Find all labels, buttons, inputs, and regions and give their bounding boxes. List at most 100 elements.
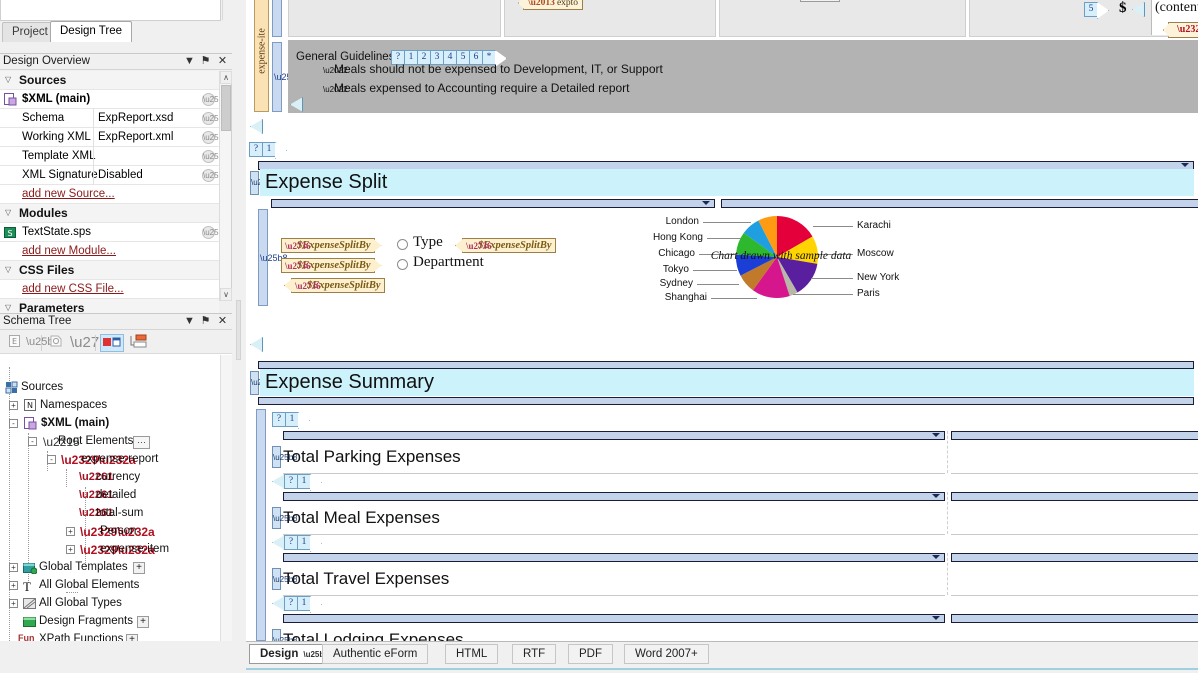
chevron-down-icon[interactable]: ▼ [183,315,196,329]
tab-authentic-eform[interactable]: Authentic eForm [322,644,429,664]
section-css-files[interactable]: ▽ CSS Files [0,261,219,280]
collapse-triangle-icon[interactable]: ▽ [5,265,14,274]
row-options-button[interactable]: \u25bc [202,112,227,125]
collapse-button[interactable]: - [47,455,56,464]
split-by-tag-2[interactable]: \u2736 $ExpenseSplitBy [281,258,382,273]
chevron-down-icon[interactable] [932,616,940,620]
collapse-triangle-icon[interactable]: ▽ [5,75,14,84]
scroll-thumb[interactable] [221,85,231,131]
top-right-condition-chip[interactable]: 5 [1084,2,1108,17]
section-modules[interactable]: ▽ Modules [0,204,219,223]
expense-item-vertical-marker[interactable]: expense-ite [254,0,269,112]
split-inner-bar-left[interactable] [271,199,715,208]
append-entry-icon[interactable]: E [4,334,24,352]
split-by-tag-1[interactable]: \u2736 $ExpenseSplitBy [281,238,382,253]
lodging-row-bar-right[interactable] [951,614,1198,623]
condition-cell-q[interactable]: ? [272,412,285,427]
top-dock-scrollbar[interactable] [222,0,232,20]
expense-split-collapse-toggle[interactable]: \u25b8 [250,171,275,195]
meal-condition-chip[interactable]: ? 1 [284,474,321,489]
show-tree-details-icon[interactable] [126,334,150,352]
summary-row-handle[interactable] [256,409,266,641]
row-template-xml[interactable]: Template XML \u25bc [0,147,227,166]
radio-department[interactable] [397,259,408,270]
row-schema[interactable]: Schema ExpReport.xsd \u25bc [0,109,227,128]
expense-split-condition-chip[interactable]: ? 1 [249,142,286,157]
collapse-button[interactable]: - [28,437,37,446]
condition-cell-1[interactable]: 1 [297,596,310,611]
add-new-css-file-link[interactable]: add new CSS File... [22,283,124,295]
expand-button[interactable]: + [9,599,18,608]
summary-table-footer-bar[interactable] [258,397,1194,405]
meal-row-bar-left[interactable] [283,492,945,501]
lodging-condition-chip[interactable]: ? 1 [284,596,321,611]
chevron-down-icon[interactable] [932,555,940,559]
row-handle-bar[interactable] [272,0,282,37]
radio-type[interactable] [397,239,408,250]
condition-cell-1[interactable]: 1 [297,474,310,489]
condition-cell-1[interactable]: 1 [285,412,298,427]
lodging-row-toggle[interactable]: \u25b8 [272,629,297,641]
chevron-down-icon[interactable] [1181,163,1189,167]
dock-splitter[interactable] [232,0,246,673]
parking-condition-chip[interactable]: ? 1 [272,412,309,427]
split-by-tag-3[interactable]: \u2736 $ExpenseSplitBy [284,278,385,293]
chevron-down-icon[interactable] [702,201,710,205]
collapse-button[interactable]: - [9,419,18,428]
row-options-button[interactable]: \u25bc [202,93,227,106]
lodging-row-bar-left[interactable] [283,614,945,623]
add-global-template-button[interactable]: + [133,562,145,574]
condition-cell-q[interactable]: ? [249,142,262,157]
tab-rtf[interactable]: RTF [512,644,557,664]
meal-element-tag[interactable]: \u2329\u232a Meal [1163,22,1198,38]
row-add-new-source[interactable]: add new Source... [0,185,219,204]
chevron-down-icon[interactable]: \u25be [26,334,60,352]
row-add-new-module[interactable]: add new Module... [0,242,219,261]
row-working-xml[interactable]: Working XML ExpReport.xml \u25bc [0,128,227,147]
condition-cell-q[interactable]: ? [284,535,297,550]
row-options-button[interactable]: \u25bc [202,150,227,163]
chevron-down-icon[interactable] [932,433,940,437]
section-sources[interactable]: ▽ Sources [0,71,219,90]
chevron-down-icon[interactable] [932,494,940,498]
travel-row-toggle[interactable]: \u25b8 [272,568,297,590]
design-overview-scrollbar[interactable]: ∧ ∨ [219,71,232,301]
section-end-marker-icon[interactable] [250,119,263,134]
expto-tag[interactable]: \u2013 expto [518,0,584,10]
travel-row-bar-left[interactable] [283,553,945,562]
meal-row-toggle[interactable]: \u25b8 [272,507,297,529]
expand-button[interactable]: + [9,401,18,410]
split-inner-bar-right[interactable] [721,199,1198,208]
split-section-end-marker-icon[interactable] [250,337,263,352]
tab-pdf[interactable]: PDF [568,644,613,664]
collapse-triangle-icon[interactable]: ▽ [5,208,14,217]
expense-summary-collapse-toggle[interactable]: \u25b8 [250,371,275,395]
chevron-down-icon[interactable]: ▼ [183,55,196,69]
tab-html[interactable]: HTML [445,644,499,664]
scroll-up-arrow[interactable]: ∧ [220,71,232,84]
condition-cell[interactable]: 5 [1084,2,1097,17]
row-handle-bar[interactable]: \u25b8 [272,42,302,112]
add-new-source-link[interactable]: add new Source... [22,188,115,200]
pin-icon[interactable]: ⚑ [199,55,212,69]
close-icon[interactable]: ✕ [216,315,229,329]
split-by-tag-4[interactable]: \u2736 $ExpenseSplitBy [455,238,556,253]
row-options-button[interactable]: \u25bc [202,131,227,144]
add-new-module-link[interactable]: add new Module... [22,245,116,257]
row-options-button[interactable]: \u25bc [202,226,227,239]
parking-row-toggle[interactable]: \u25b8 [272,446,297,468]
collapse-triangle-icon[interactable]: ▽ [5,303,14,312]
edit-entry-icon[interactable] [46,334,66,352]
travel-row-bar-right[interactable] [951,553,1198,562]
row-xml-signature[interactable]: XML Signature Disabled \u25bc [0,166,227,185]
condition-cell-q[interactable]: ? [284,596,297,611]
condition-cell-q[interactable]: ? [284,474,297,489]
add-design-fragment-button[interactable]: + [137,616,149,628]
pin-icon[interactable]: ⚑ [199,315,212,329]
travel-condition-chip[interactable]: ? 1 [284,535,321,550]
expense-split-pie-chart[interactable]: Karachi Moscow New York Paris London Hon… [641,208,913,306]
expand-button[interactable]: + [9,581,18,590]
delete-entry-icon[interactable]: \u2715 [70,334,116,352]
meal-row-bar-right[interactable] [951,492,1198,501]
tab-word-2007[interactable]: Word 2007+ [624,644,709,664]
